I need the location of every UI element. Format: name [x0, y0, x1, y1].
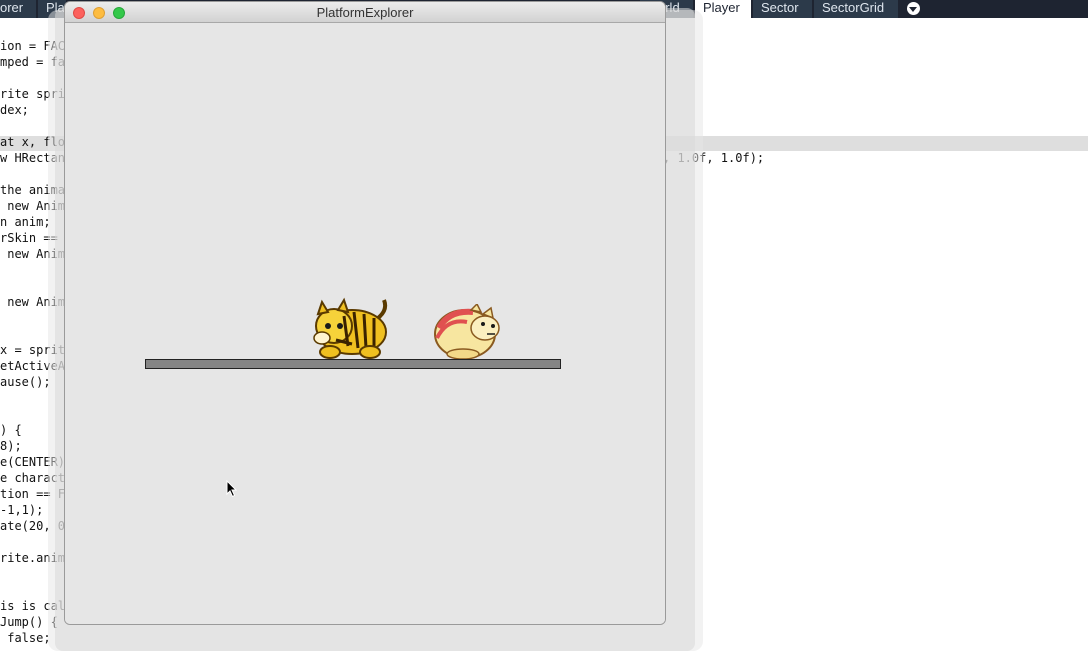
- code-line: n anim;: [0, 215, 51, 229]
- code-line: 8);: [0, 439, 22, 453]
- code-line: false;: [0, 631, 51, 645]
- code-line: ) {: [0, 423, 22, 437]
- tab-sectorgrid[interactable]: SectorGrid: [814, 0, 900, 18]
- tiger-sprite: [313, 297, 388, 359]
- mouse-cursor-icon: [226, 480, 238, 498]
- desktop: orer Pla orld Player Sector SectorGrid i…: [0, 0, 1088, 651]
- tab-menu-button[interactable]: [903, 0, 923, 16]
- platform: [145, 359, 561, 369]
- code-line: dex;: [0, 103, 29, 117]
- tab-sector[interactable]: Sector: [753, 0, 814, 18]
- window-titlebar[interactable]: PlatformExplorer: [65, 2, 665, 23]
- game-canvas[interactable]: [65, 24, 665, 624]
- window-title: PlatformExplorer: [316, 5, 414, 20]
- code-line: ause();: [0, 375, 51, 389]
- code-line: -1,1);: [0, 503, 44, 517]
- tab-player[interactable]: Player: [695, 0, 753, 18]
- chevron-down-icon: [906, 1, 920, 15]
- round-cat-sprite: [434, 304, 500, 360]
- platform-explorer-window: PlatformExplorer: [65, 2, 665, 624]
- tab-orer[interactable]: orer: [0, 0, 38, 18]
